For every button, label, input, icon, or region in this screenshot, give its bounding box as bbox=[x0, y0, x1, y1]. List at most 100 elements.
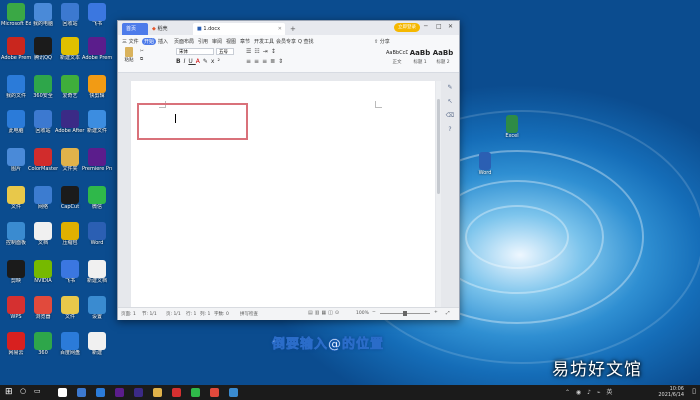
desktop-shortcut[interactable]: 回收站 bbox=[55, 3, 85, 27]
taskbar-app-icon[interactable] bbox=[210, 388, 219, 397]
menu-item[interactable]: 三 文件 bbox=[122, 38, 139, 45]
desktop-shortcut[interactable]: 百度网盘 bbox=[55, 332, 85, 356]
align-right-icon[interactable]: ≡ bbox=[262, 58, 270, 65]
desktop-shortcut[interactable]: NVIDIA bbox=[28, 260, 58, 284]
desktop-shortcut[interactable]: 飞书 bbox=[55, 260, 85, 284]
desktop-shortcut[interactable]: 微信 bbox=[82, 186, 112, 210]
taskbar-search-icon[interactable]: ○ bbox=[20, 387, 26, 395]
format-brush-icon[interactable]: ⌫ bbox=[443, 109, 457, 123]
desktop-shortcut[interactable]: 回收站 bbox=[28, 110, 58, 134]
number-list-icon[interactable]: ☷ bbox=[254, 48, 262, 55]
taskbar-app-icon[interactable] bbox=[153, 388, 162, 397]
desktop-shortcut[interactable]: ColorMaster bbox=[28, 148, 58, 172]
align-center-icon[interactable]: ≡ bbox=[254, 58, 262, 65]
wps-writer-window[interactable]: 首页 ◆ 稻壳 ■ 1.docx ✕ + 立即登录 ─ □ ✕ 三 文件 开始 插入… bbox=[117, 20, 460, 320]
desktop-shortcut[interactable]: Adobe After Effects bbox=[55, 110, 85, 134]
desktop-shortcut[interactable]: WPS bbox=[1, 296, 31, 320]
cut-icon[interactable]: ✂ bbox=[140, 48, 144, 56]
line-spacing-icon[interactable]: ⇕ bbox=[278, 58, 286, 65]
desktop-shortcut[interactable]: 新建 bbox=[82, 332, 112, 356]
taskbar-app-icon[interactable] bbox=[134, 388, 143, 397]
taskbar-app-icon[interactable] bbox=[191, 388, 200, 397]
desktop-shortcut[interactable]: 剪映 bbox=[1, 260, 31, 284]
style-preset[interactable]: AaBb 标题 1 bbox=[409, 47, 431, 65]
desktop-shortcut[interactable]: 新建文档 bbox=[82, 260, 112, 284]
tab-home[interactable]: 首页 bbox=[122, 23, 148, 35]
desktop-shortcut[interactable]: 360 bbox=[28, 332, 58, 356]
desktop-shortcut[interactable]: 压缩包 bbox=[55, 222, 85, 246]
desktop-shortcut[interactable]: 我的文件 bbox=[1, 75, 31, 99]
style-preset[interactable]: AaBb 标题 2 bbox=[432, 47, 454, 65]
zoom-slider[interactable] bbox=[380, 311, 430, 316]
copy-icon[interactable]: ⧉ bbox=[140, 56, 144, 64]
zoom-slider-thumb[interactable] bbox=[403, 311, 407, 316]
help-icon[interactable]: ? bbox=[443, 123, 457, 137]
desktop-shortcut[interactable]: 图片 bbox=[1, 148, 31, 172]
menu-item[interactable]: 页面布局 bbox=[174, 38, 194, 45]
taskbar-app-icon[interactable] bbox=[172, 388, 181, 397]
notification-icon[interactable]: ▯ bbox=[692, 387, 696, 395]
menu-item[interactable]: 会员专享 bbox=[276, 38, 296, 45]
zoom-out-icon[interactable]: − bbox=[372, 310, 376, 315]
indent-icon[interactable]: ⇥ bbox=[263, 48, 271, 55]
scrollbar-thumb[interactable] bbox=[437, 99, 440, 194]
desktop-shortcut[interactable]: Adobe Premiere bbox=[1, 37, 31, 61]
zoom-in-icon[interactable]: + bbox=[434, 310, 438, 315]
desktop-shortcut[interactable]: Word bbox=[82, 222, 112, 246]
menu-item[interactable]: 引用 bbox=[198, 38, 208, 45]
desktop-shortcut[interactable]: 网易云 bbox=[1, 332, 31, 356]
desktop-shortcut[interactable]: Excel bbox=[497, 115, 527, 139]
sort-icon[interactable]: ↕ bbox=[271, 48, 279, 55]
fullscreen-icon[interactable]: ⤢ bbox=[446, 310, 450, 316]
desktop-shortcut[interactable]: Adobe Premiere Pro bbox=[82, 37, 112, 61]
close-icon[interactable]: ✕ bbox=[448, 23, 453, 30]
start-windows-icon[interactable]: ⊞ bbox=[5, 387, 13, 398]
taskbar-app-icon[interactable] bbox=[229, 388, 238, 397]
desktop-shortcut[interactable]: 文档 bbox=[28, 222, 58, 246]
desktop-shortcut[interactable]: 设置 bbox=[82, 296, 112, 320]
underline-icon[interactable]: U bbox=[188, 58, 195, 65]
bold-icon[interactable]: B bbox=[176, 58, 184, 65]
desktop-shortcut[interactable]: 360安全 bbox=[28, 75, 58, 99]
desktop-shortcut[interactable]: 网络 bbox=[28, 186, 58, 210]
menu-item[interactable]: 开发工具 bbox=[254, 38, 274, 45]
view-mode-icons[interactable]: ▤▥▦◫⊙ bbox=[308, 310, 341, 316]
share-button[interactable]: ⇪ 分享 bbox=[374, 38, 390, 45]
taskbar-app-icon[interactable] bbox=[58, 388, 67, 397]
desktop-shortcut[interactable]: 浏览器 bbox=[28, 296, 58, 320]
font-name-select[interactable]: 宋体 bbox=[176, 48, 214, 55]
desktop-shortcut[interactable]: 我的电脑 bbox=[28, 3, 58, 27]
desktop-shortcut[interactable]: 爱奇艺 bbox=[55, 75, 85, 99]
desktop-shortcut[interactable]: 控制面板 bbox=[1, 222, 31, 246]
tab-close-icon[interactable]: ✕ bbox=[278, 23, 282, 35]
menu-item[interactable]: 开始 bbox=[142, 38, 157, 45]
desktop-shortcut[interactable]: Premiere Pro bbox=[82, 148, 112, 172]
taskbar-app-icon[interactable] bbox=[77, 388, 86, 397]
paste-button[interactable]: 粘贴 bbox=[122, 47, 136, 69]
align-left-icon[interactable]: ≡ bbox=[246, 58, 254, 65]
maximize-icon[interactable]: □ bbox=[436, 23, 442, 30]
menu-item[interactable]: 插入 bbox=[158, 38, 168, 45]
font-size-select[interactable]: 五号 bbox=[216, 48, 234, 55]
desktop-shortcut[interactable]: Microsoft Edge bbox=[1, 3, 31, 27]
justify-icon[interactable]: ≣ bbox=[270, 58, 278, 65]
menu-item[interactable]: 视图 bbox=[226, 38, 236, 45]
vertical-scrollbar[interactable] bbox=[436, 81, 441, 307]
desktop-shortcut[interactable]: 新建文本 bbox=[55, 37, 85, 61]
menu-item[interactable]: 审阅 bbox=[212, 38, 222, 45]
style-preset[interactable]: AaBbCcDd正文 bbox=[386, 47, 408, 65]
desktop-shortcut[interactable]: 新建文件 bbox=[82, 110, 112, 134]
taskbar-app-icon[interactable] bbox=[115, 388, 124, 397]
highlight-icon[interactable]: ✎ bbox=[203, 58, 211, 65]
desktop-shortcut[interactable]: 文件夹 bbox=[55, 148, 85, 172]
menu-item[interactable]: Q 查找 bbox=[298, 38, 314, 45]
desktop-shortcut[interactable]: 飞书 bbox=[82, 3, 112, 27]
desktop-shortcut[interactable]: 文件 bbox=[55, 296, 85, 320]
clock[interactable]: 10:06 2021/6/14 bbox=[658, 386, 684, 398]
desktop-shortcut[interactable]: 快剪辑 bbox=[82, 75, 112, 99]
menu-item[interactable]: 章节 bbox=[240, 38, 250, 45]
login-badge[interactable]: 立即登录 bbox=[394, 23, 420, 32]
task-view-icon[interactable]: ▭ bbox=[34, 387, 41, 395]
desktop-shortcut[interactable]: Word bbox=[470, 152, 500, 176]
desktop-shortcut[interactable]: 此电脑 bbox=[1, 110, 31, 134]
